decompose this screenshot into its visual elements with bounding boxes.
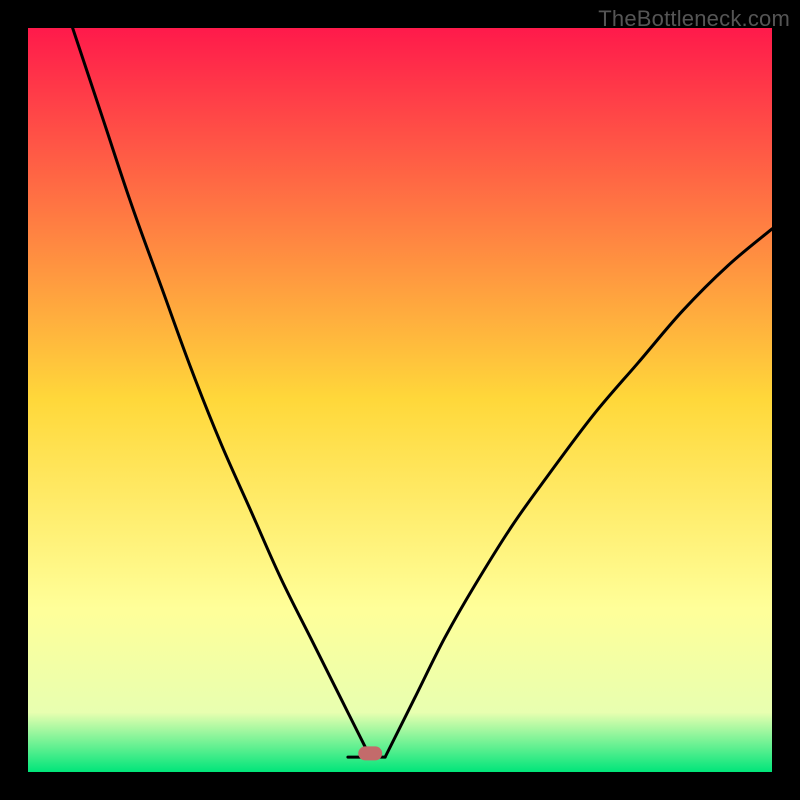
watermark-label: TheBottleneck.com <box>598 6 790 32</box>
gradient-background <box>28 28 772 772</box>
chart-frame: TheBottleneck.com <box>0 0 800 800</box>
optimal-point-icon <box>358 746 382 760</box>
plot-area <box>28 28 772 772</box>
optimal-marker <box>358 746 382 760</box>
chart-svg <box>28 28 772 772</box>
